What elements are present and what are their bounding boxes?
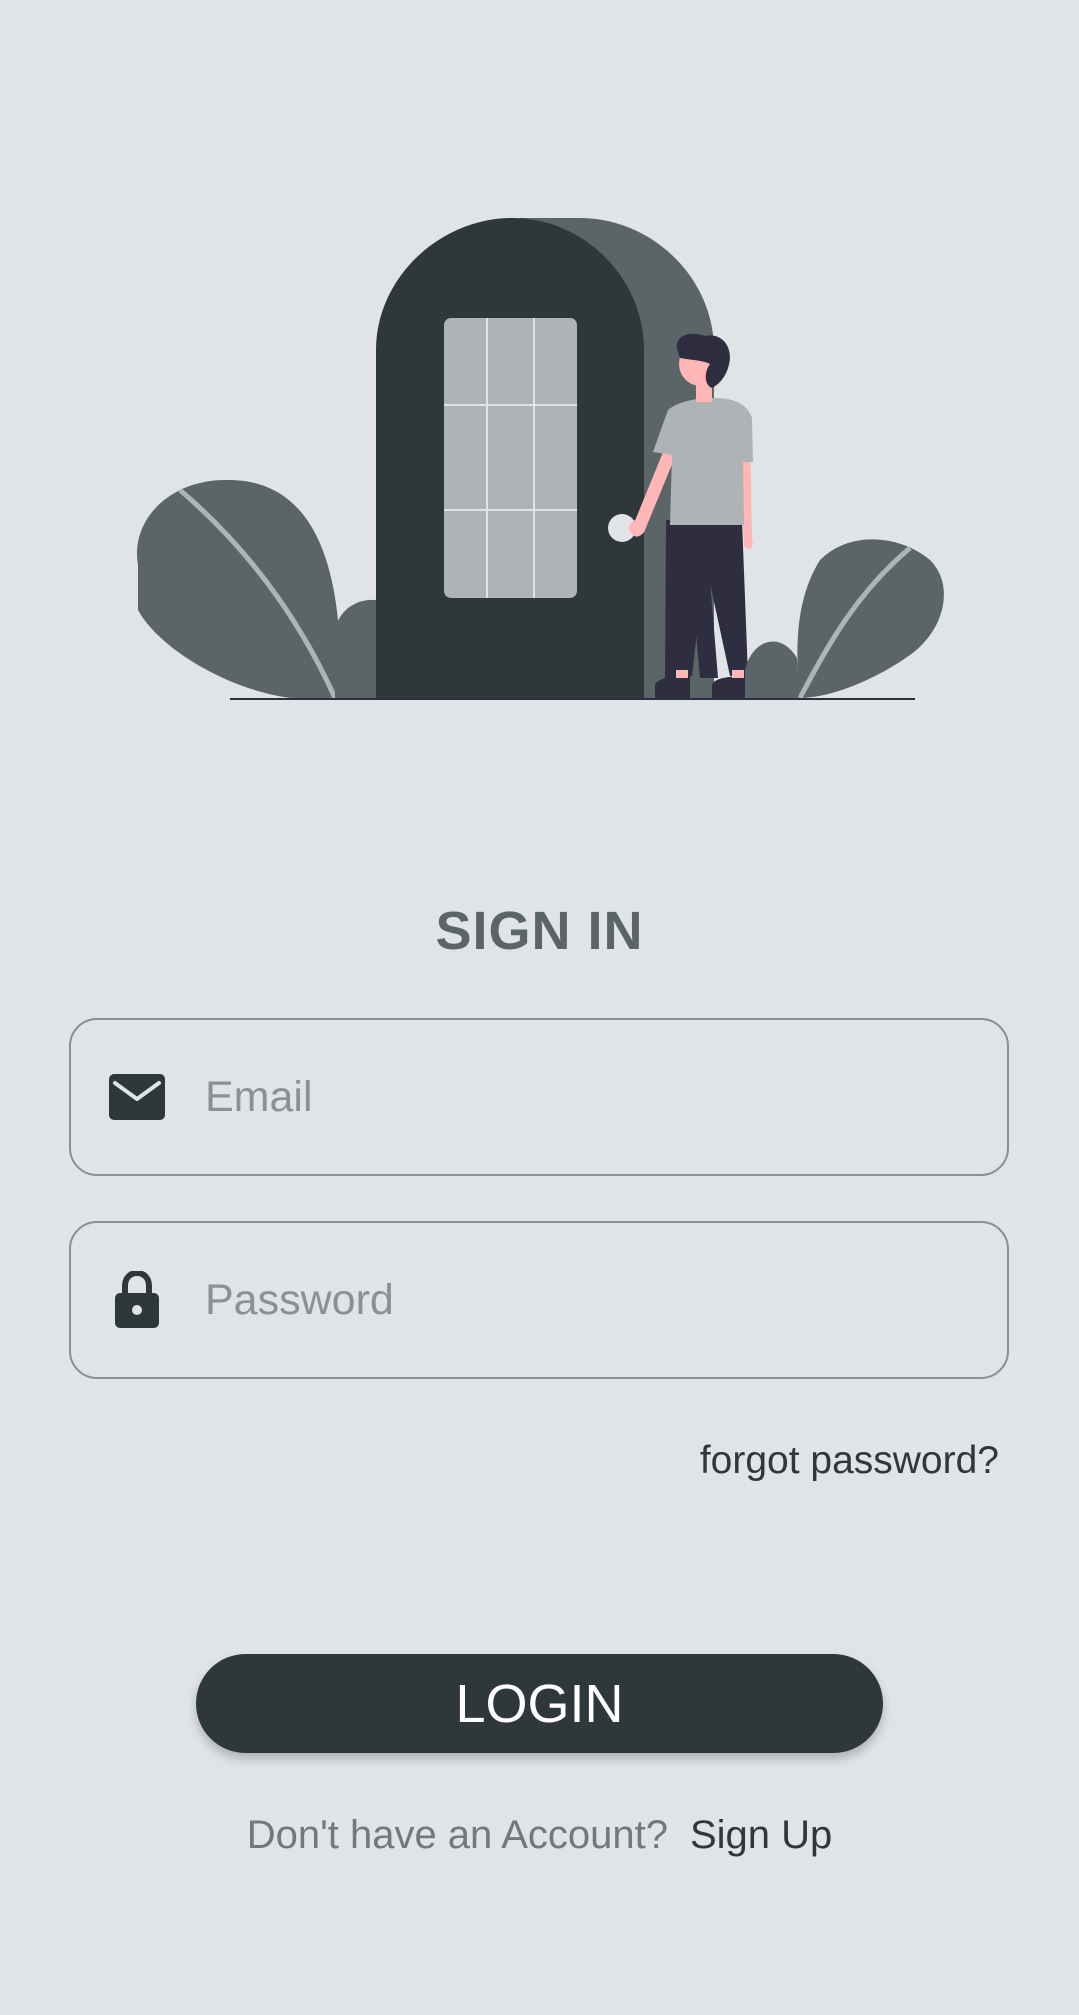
person-at-door-illustration <box>136 218 944 700</box>
lock-icon <box>107 1270 167 1330</box>
password-input[interactable] <box>205 1275 965 1325</box>
envelope-icon <box>107 1067 167 1127</box>
login-button[interactable]: LOGIN <box>196 1654 883 1753</box>
email-input[interactable] <box>205 1072 965 1122</box>
signup-link[interactable]: Sign Up <box>690 1813 832 1857</box>
left-leaf <box>136 479 385 700</box>
door-window <box>444 318 577 598</box>
password-field[interactable] <box>69 1221 1009 1379</box>
forgot-password-link[interactable]: forgot password? <box>700 1436 999 1486</box>
page-title: SIGN IN <box>435 901 644 961</box>
signup-row: Don't have an Account? Sign Up <box>0 1808 1079 1862</box>
email-field[interactable] <box>69 1018 1009 1176</box>
signup-prompt: Don't have an Account? <box>246 1813 668 1857</box>
right-leaf <box>745 539 944 700</box>
